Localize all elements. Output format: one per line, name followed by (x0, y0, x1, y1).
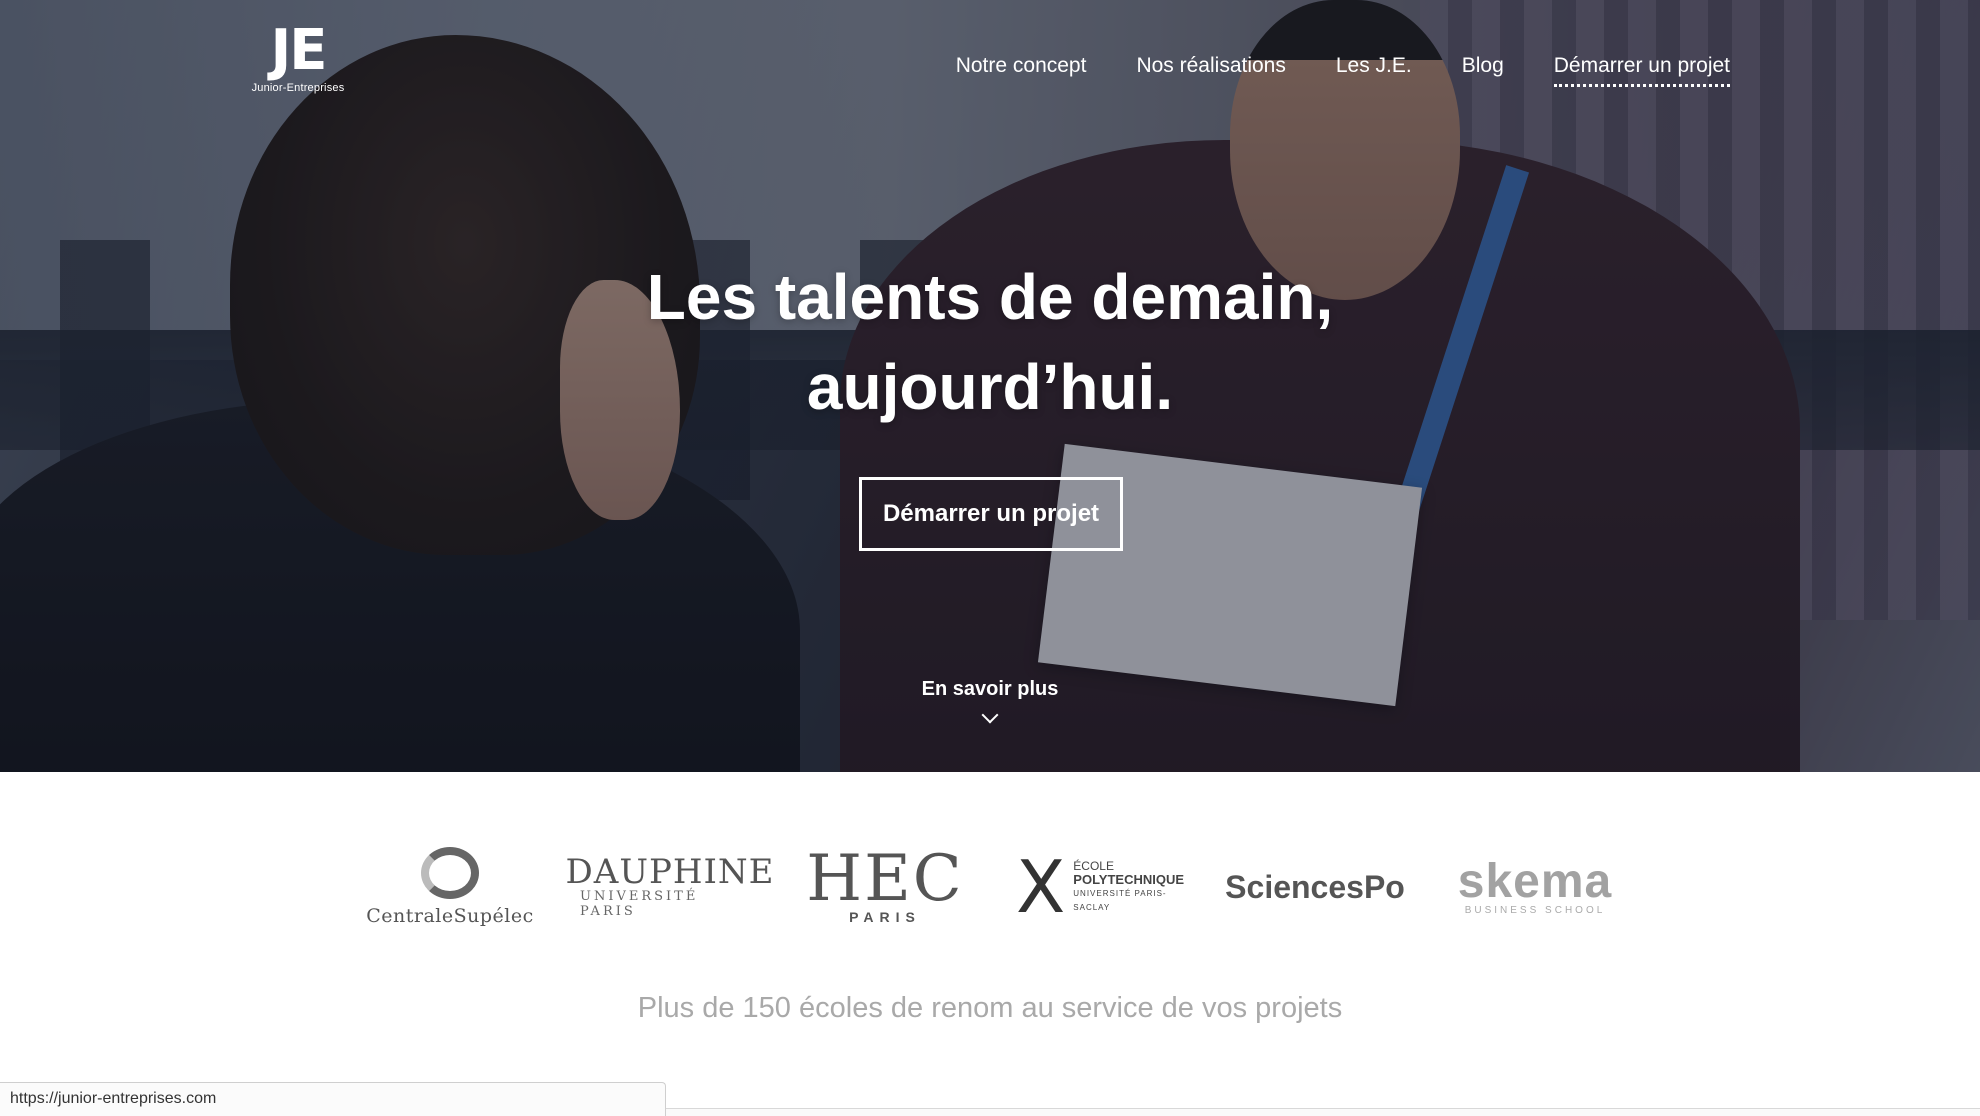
bottom-edge (666, 1108, 1980, 1116)
site-logo[interactable]: JE Junior-Entreprises (250, 22, 346, 102)
nav-item-les-je[interactable]: Les J.E. (1336, 50, 1412, 87)
schools-caption: Plus de 150 écoles de renom au service d… (637, 992, 1343, 1024)
polytechnique-line-3: UNIVERSITÉ PARIS-SACLAY (1073, 889, 1167, 912)
polytechnique-line-2: POLYTECHNIQUE (1073, 872, 1185, 887)
centralesupelec-name: CentraleSupélec (366, 905, 534, 927)
nav-item-notre-concept[interactable]: Notre concept (956, 50, 1087, 87)
learn-more-link[interactable]: En savoir plus (890, 678, 1090, 724)
start-project-button[interactable]: Démarrer un projet (859, 477, 1123, 551)
hero-title: Les talents de demain, aujourd’hui. (0, 252, 1980, 432)
nav-item-nos-realisations[interactable]: Nos réalisations (1136, 50, 1285, 87)
main-nav: Notre concept Nos réalisations Les J.E. … (956, 50, 1730, 87)
school-logos: CentraleSupélec DAUPHINE UNIVERSITÉ PARI… (0, 832, 1980, 942)
nav-item-demarrer-un-projet[interactable]: Démarrer un projet (1553, 50, 1730, 87)
chevron-down-icon (981, 706, 999, 724)
hero-title-line-2: aujourd’hui. (806, 351, 1174, 423)
logo-skema: skema BUSINESS SCHOOL (1450, 832, 1620, 942)
logo-dauphine: DAUPHINE UNIVERSITÉ PARIS (566, 832, 774, 942)
skema-name: skema (1457, 854, 1613, 908)
centralesupelec-symbol-icon (421, 847, 479, 899)
hero-title-line-1: Les talents de demain, (646, 261, 1334, 333)
dauphine-sub: UNIVERSITÉ PARIS (580, 889, 699, 919)
sciencespo-name: SciencesPo (1225, 868, 1405, 905)
polytechnique-line-1: ÉCOLE (1073, 859, 1114, 873)
logo-polytechnique: X ÉCOLE POLYTECHNIQUE UNIVERSITÉ PARIS-S… (1016, 832, 1184, 942)
logo-sciencespo: SciencesPo (1225, 832, 1405, 942)
logo-hec: HEC PARIS (800, 832, 970, 942)
dauphine-name: DAUPHINE (565, 852, 775, 892)
browser-status-url: https://junior-entreprises.com (0, 1082, 666, 1116)
hec-sub: PARIS (849, 909, 921, 925)
logo-mark: JE (270, 18, 327, 83)
skema-sub: BUSINESS SCHOOL (1464, 904, 1606, 916)
logo-subtitle: Junior-Entreprises (251, 82, 345, 94)
polytechnique-x-mark: X (1015, 845, 1066, 929)
polytechnique-text: ÉCOLE POLYTECHNIQUE UNIVERSITÉ PARIS-SAC… (1073, 859, 1184, 915)
page: JE Junior-Entreprises Notre concept Nos … (0, 0, 1980, 1116)
logo-centralesupelec: CentraleSupélec (360, 832, 540, 942)
nav-item-blog[interactable]: Blog (1462, 50, 1504, 87)
learn-more-label: En savoir plus (921, 678, 1059, 700)
hec-name: HEC (806, 842, 964, 916)
